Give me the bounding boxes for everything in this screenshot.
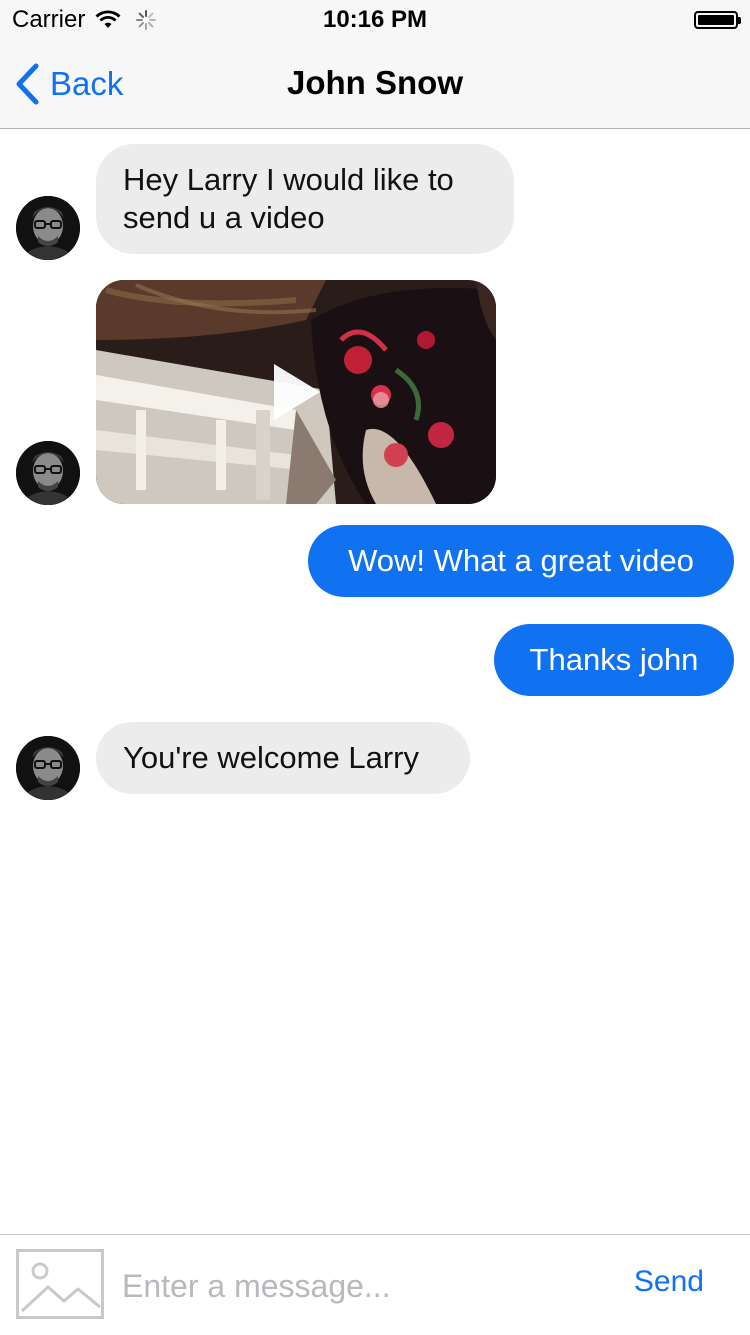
- message-thread[interactable]: Hey Larry I would like to send u a video: [0, 129, 750, 1233]
- person-avatar-icon: [16, 736, 80, 800]
- message-composer: Send: [0, 1234, 750, 1335]
- message-bubble-incoming[interactable]: You're welcome Larry: [96, 722, 470, 794]
- conversation-title: John Snow: [287, 64, 463, 101]
- message-bubble-outgoing[interactable]: Thanks john: [494, 624, 734, 696]
- message-bubble-outgoing[interactable]: Wow! What a great video: [308, 525, 734, 597]
- send-button[interactable]: Send: [634, 1265, 704, 1299]
- person-avatar-icon: [16, 196, 80, 260]
- image-placeholder-icon: [16, 1249, 104, 1319]
- message-text: Wow! What a great video: [348, 543, 694, 578]
- status-bar: Carrier 10:16 PM: [0, 0, 750, 40]
- contact-avatar[interactable]: [16, 196, 80, 260]
- message-text: You're welcome Larry: [123, 740, 419, 775]
- message-bubble-incoming[interactable]: Hey Larry I would like to send u a video: [96, 144, 514, 254]
- battery-icon: [694, 11, 741, 29]
- navigation-bar: Back John Snow: [0, 40, 750, 129]
- message-input[interactable]: [120, 1257, 604, 1315]
- status-time: 10:16 PM: [322, 6, 428, 33]
- contact-avatar[interactable]: [16, 736, 80, 800]
- attach-image-button[interactable]: [16, 1249, 104, 1319]
- message-text: Thanks john: [529, 642, 699, 677]
- person-avatar-icon: [16, 441, 80, 505]
- play-icon[interactable]: [272, 362, 322, 422]
- contact-avatar[interactable]: [16, 441, 80, 505]
- message-text: Hey Larry I would like to send u a video: [123, 162, 454, 235]
- video-message[interactable]: [96, 280, 496, 504]
